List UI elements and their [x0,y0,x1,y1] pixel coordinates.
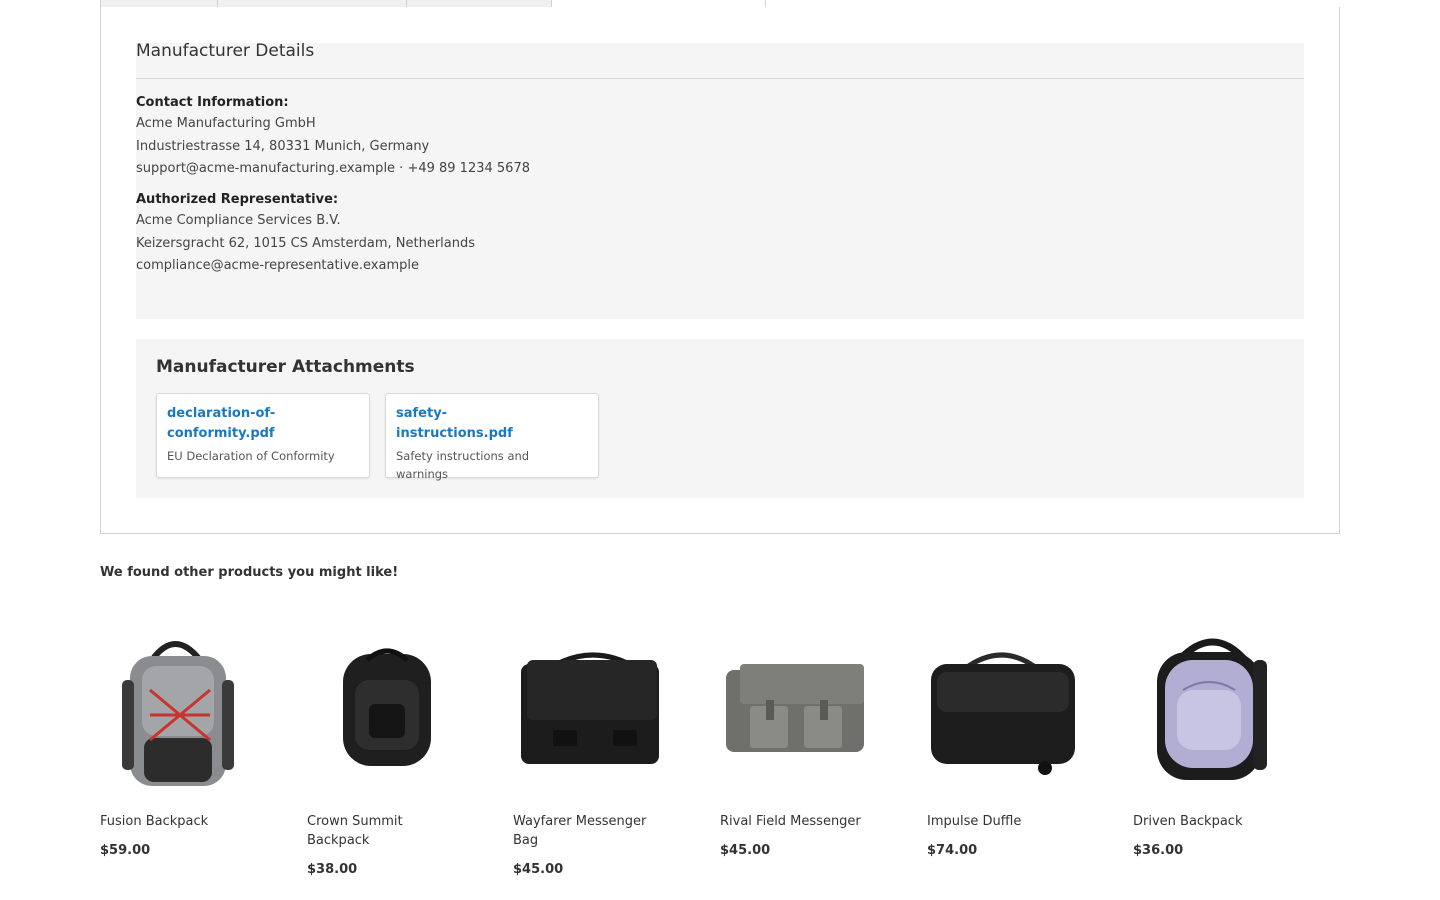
product-image[interactable] [307,620,467,800]
attachment-card: safety-instructions.pdf Safety instructi… [385,393,599,481]
product-name[interactable]: Impulse Duffle [927,812,1087,831]
product-name[interactable]: Driven Backpack [1133,812,1293,831]
attachment-card: declaration-of-conformity.pdf EU Declara… [156,393,370,478]
product-card[interactable]: Crown Summit Backpack $38.00 [307,620,467,877]
product-price: $74.00 [927,843,978,858]
backpack-image [1157,638,1267,780]
product-price: $59.00 [100,843,151,858]
product-card[interactable]: Rival Field Messenger $45.00 [720,620,880,858]
manufacturer-details-title: Manufacturer Details [136,41,1304,79]
manufacturer-address: Industriestrasse 14, 80331 Munich, Germa… [136,138,430,154]
duffle-bag-image [931,652,1075,775]
attachment-description: Safety instructions and warnings [396,449,530,481]
manufacturer-contact-line: support@acme-manufacturing.example · +49… [136,161,530,176]
product-card[interactable]: Driven Backpack $36.00 [1133,620,1293,858]
product-card[interactable]: Fusion Backpack $59.00 [100,620,260,858]
authorized-representative: Authorized Representative: Acme Complian… [136,190,475,278]
related-products-title: We found other products you might like! [100,565,399,580]
backpack-image [343,648,431,766]
product-name[interactable]: Crown Summit Backpack [307,812,437,850]
messenger-bag-image [726,664,864,752]
product-card[interactable]: Wayfarer Messenger Bag $45.00 [513,620,673,877]
product-image[interactable] [720,620,880,800]
product-image[interactable] [100,620,260,800]
product-price: $45.00 [513,862,564,877]
contact-label: Contact Information: [136,95,289,110]
messenger-bag-image [521,652,659,764]
representative-company: Acme Compliance Services B.V. [136,213,341,228]
attachment-description: EU Declaration of Conformity [167,449,335,463]
product-name[interactable]: Fusion Backpack [100,812,260,831]
manufacturer-attachments: Manufacturer Attachments declaration-of-… [136,339,1304,498]
backpack-image [122,641,234,786]
product-price: $38.00 [307,862,358,877]
attachments-title: Manufacturer Attachments [156,357,415,377]
manufacturer-details: Manufacturer Details Contact Information… [136,41,1304,319]
product-image[interactable] [927,620,1087,800]
product-name[interactable]: Wayfarer Messenger Bag [513,812,663,850]
representative-address: Keizersgracht 62, 1015 CS Amsterdam, Net… [136,235,476,251]
product-image[interactable] [513,620,673,800]
contact-information: Contact Information: Acme Manufacturing … [136,93,530,181]
representative-label: Authorized Representative: [136,192,339,207]
tab-content-panel: Manufacturer Details Contact Information… [100,7,1340,534]
product-card[interactable]: Impulse Duffle $74.00 [927,620,1087,858]
attachment-link[interactable]: safety-instructions.pdf [396,404,546,444]
product-image[interactable] [1133,620,1293,800]
attachment-link[interactable]: declaration-of-conformity.pdf [167,404,317,444]
product-name[interactable]: Rival Field Messenger [720,812,880,831]
product-price: $36.00 [1133,843,1184,858]
manufacturer-company: Acme Manufacturing GmbH [136,116,316,131]
product-price: $45.00 [720,843,771,858]
representative-email: compliance@acme-representative.example [136,258,419,273]
